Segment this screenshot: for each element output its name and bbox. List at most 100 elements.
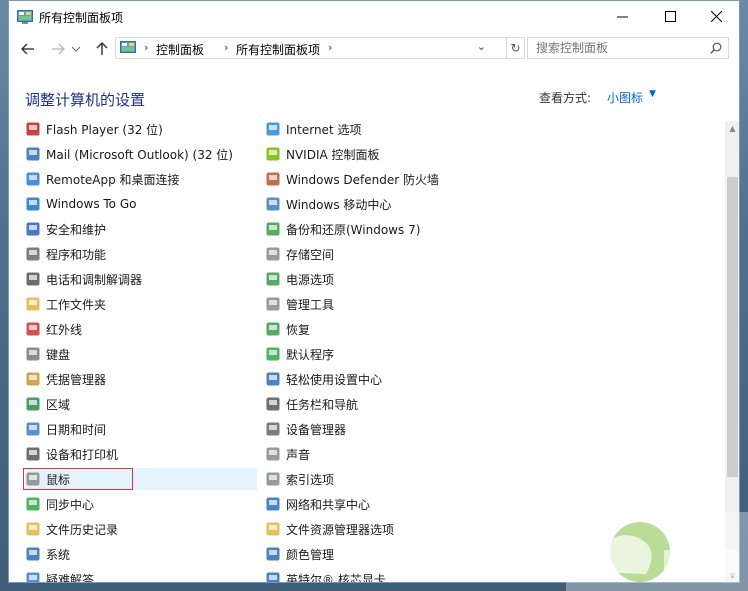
default-programs-icon (266, 347, 280, 361)
control-panel-item[interactable]: 程序和功能 (25, 243, 257, 265)
control-panel-icon (17, 10, 33, 24)
control-panel-item-label: 存储空间 (286, 247, 335, 262)
control-panel-item[interactable]: 备份和还原(Windows 7) (265, 218, 505, 240)
work-folders-icon (26, 297, 40, 311)
control-panel-item-label: 文件资源管理器选项 (286, 522, 395, 537)
control-panel-item[interactable]: 红外线 (25, 318, 257, 340)
intel-graphics-icon (266, 572, 280, 582)
control-panel-item[interactable]: Windows To Go (25, 193, 257, 215)
control-panel-item-label: 疑难解答 (46, 572, 95, 583)
control-panel-item-label: Flash Player (32 位) (46, 122, 163, 137)
sound-icon (266, 447, 280, 461)
search-box[interactable] (527, 37, 729, 59)
control-panel-item-label: 网络和共享中心 (286, 497, 371, 512)
control-panel-item[interactable]: Windows Defender 防火墙 (265, 168, 505, 190)
backup-icon (266, 222, 280, 236)
control-panel-item-label: Windows 移动中心 (286, 197, 392, 212)
control-panel-item[interactable]: RemoteApp 和桌面连接 (25, 168, 257, 190)
minimize-button[interactable] (599, 1, 645, 31)
control-panel-item-label: Windows To Go (46, 197, 137, 211)
printer-icon (26, 447, 40, 461)
control-panel-item-label: RemoteApp 和桌面连接 (46, 172, 180, 187)
search-input[interactable] (528, 38, 724, 58)
control-panel-item[interactable]: 颜色管理 (265, 543, 505, 565)
control-panel-item-label: 电源选项 (286, 272, 335, 287)
control-panel-item[interactable]: 工作文件夹 (25, 293, 257, 315)
control-panel-item-label: 键盘 (46, 347, 71, 362)
control-panel-item[interactable]: 疑难解答 (25, 568, 257, 583)
annotation-highlight-box (23, 468, 133, 490)
control-panel-item[interactable]: Internet 选项 (265, 121, 505, 140)
control-panel-item[interactable]: 电话和调制解调器 (25, 268, 257, 290)
control-panel-item[interactable]: 设备和打印机 (25, 443, 257, 465)
control-panel-item[interactable]: 电源选项 (265, 268, 505, 290)
control-panel-item[interactable]: 存储空间 (265, 243, 505, 265)
control-panel-item[interactable]: 文件历史记录 (25, 518, 257, 540)
control-panel-item[interactable]: 文件资源管理器选项 (265, 518, 505, 540)
breadcrumb-control-panel[interactable]: 控制面板 (156, 41, 204, 58)
control-panel-item-label: 系统 (46, 547, 71, 562)
address-bar[interactable]: › 控制面板 › 所有控制面板项 › ⌄ (115, 37, 507, 59)
control-panel-item[interactable]: 凭据管理器 (25, 368, 257, 390)
control-panel-item[interactable]: 声音 (265, 443, 505, 465)
control-panel-item[interactable]: 日期和时间 (25, 418, 257, 440)
storage-icon (266, 247, 280, 261)
control-panel-item-label: 声音 (286, 447, 311, 462)
control-panel-item[interactable]: 轻松使用设置中心 (265, 368, 505, 390)
control-panel-item[interactable]: 管理工具 (265, 293, 505, 315)
control-panel-item-label: 管理工具 (286, 297, 335, 312)
device-manager-icon (266, 422, 280, 436)
maximize-button[interactable] (647, 1, 693, 31)
remoteapp-icon (26, 172, 40, 186)
control-panel-item[interactable]: NVIDIA 控制面板 (265, 143, 505, 165)
control-panel-item[interactable]: 同步中心 (25, 493, 257, 515)
control-panel-item[interactable]: Flash Player (32 位) (25, 121, 257, 140)
control-panel-item-label: NVIDIA 控制面板 (286, 147, 380, 162)
control-panel-item[interactable]: 区域 (25, 393, 257, 415)
credential-icon (26, 372, 40, 386)
refresh-button[interactable]: ↻ (507, 37, 525, 59)
color-management-icon (266, 547, 280, 561)
forward-button[interactable] (47, 40, 69, 58)
page-title: 调整计算机的设置 (25, 91, 146, 109)
recent-locations-button[interactable] (69, 40, 83, 58)
control-panel-item-label: 默认程序 (286, 347, 335, 362)
control-panel-item-label: 工作文件夹 (46, 297, 107, 312)
control-panel-item[interactable]: 键盘 (25, 343, 257, 365)
scroll-up-icon[interactable]: ▲ (725, 121, 739, 137)
up-button[interactable] (91, 40, 113, 58)
minimize-icon (616, 16, 628, 17)
control-panel-item[interactable]: 设备管理器 (265, 418, 505, 440)
control-panel-item[interactable]: 英特尔® 核芯显卡 (265, 568, 505, 583)
control-panel-item-label: 英特尔® 核芯显卡 (286, 572, 386, 583)
nvidia-icon (266, 147, 280, 161)
scrollbar-thumb[interactable] (727, 177, 738, 477)
windows-to-go-icon (26, 197, 40, 211)
search-icon[interactable] (710, 42, 722, 54)
control-panel-item-label: Mail (Microsoft Outlook) (32 位) (46, 147, 233, 162)
firewall-icon (266, 172, 280, 186)
phone-modem-icon (26, 272, 40, 286)
close-button[interactable] (693, 1, 739, 31)
control-panel-item[interactable]: 任务栏和导航 (265, 393, 505, 415)
control-panel-item[interactable]: 恢复 (265, 318, 505, 340)
control-panel-item[interactable]: 系统 (25, 543, 257, 565)
control-panel-item[interactable]: Windows 移动中心 (265, 193, 505, 215)
control-panel-item[interactable]: 网络和共享中心 (265, 493, 505, 515)
control-panel-item-label: 日期和时间 (46, 422, 107, 437)
control-panel-item[interactable]: 索引选项 (265, 468, 505, 490)
view-by-dropdown[interactable]: 小图标 (607, 89, 643, 106)
dropdown-arrow-icon[interactable]: ▼ (649, 89, 656, 99)
control-panel-item[interactable]: Mail (Microsoft Outlook) (32 位) (25, 143, 257, 165)
control-panel-item-label: 凭据管理器 (46, 372, 107, 387)
control-panel-item[interactable]: 默认程序 (265, 343, 505, 365)
chevron-right-icon: › (224, 41, 229, 54)
address-dropdown-icon[interactable]: ⌄ (477, 40, 486, 53)
breadcrumb-all-items[interactable]: 所有控制面板项 (236, 41, 320, 58)
watermark-logo (566, 512, 748, 591)
back-button[interactable] (17, 40, 39, 58)
title-bar: 所有控制面板项 (9, 1, 739, 33)
control-panel-item[interactable]: 安全和维护 (25, 218, 257, 240)
control-panel-item-label: 设备管理器 (286, 422, 347, 437)
control-panel-item-label: 同步中心 (46, 497, 95, 512)
